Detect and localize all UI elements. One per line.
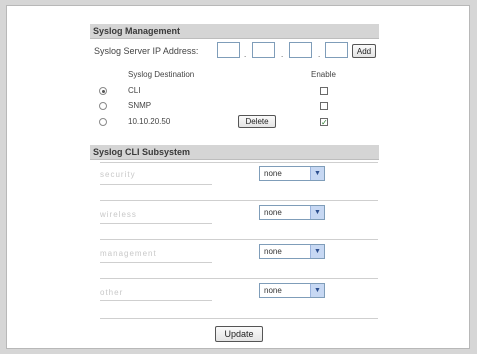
ip-dot-1: . (244, 50, 247, 59)
ip-dot-3: . (318, 50, 321, 59)
subsystem-divider (100, 318, 378, 319)
subsystem-underline (100, 262, 212, 263)
syslog-server-ip-label: Syslog Server IP Address: (94, 46, 199, 56)
subsystem-security-value: none (264, 169, 282, 178)
subsystem-underline (100, 184, 212, 185)
ip-dot-2: . (281, 50, 284, 59)
destination-snmp-radio[interactable] (99, 102, 107, 110)
delete-button[interactable]: Delete (238, 115, 276, 128)
subsystem-wireless-value: none (264, 208, 282, 217)
destination-ip-enable-checkbox[interactable]: ✓ (320, 118, 328, 127)
destination-cli-enable-checkbox[interactable] (320, 87, 328, 95)
ip-octet-3-input[interactable] (289, 42, 312, 58)
subsystem-underline (100, 300, 212, 301)
subsystem-divider (100, 278, 378, 279)
subsystem-divider (100, 162, 378, 163)
subsystem-management-label: management (100, 249, 157, 258)
subsystem-management-value: none (264, 247, 282, 256)
ip-octet-2-input[interactable] (252, 42, 275, 58)
subsystem-security-label: security (100, 170, 136, 179)
chevron-down-icon: ▼ (310, 245, 324, 258)
subsystem-wireless-label: wireless (100, 210, 137, 219)
subsystem-other-select[interactable]: none ▼ (259, 283, 325, 298)
syslog-cli-subsystem-header: Syslog CLI Subsystem (90, 145, 379, 160)
chevron-down-icon: ▼ (310, 206, 324, 219)
subsystem-divider (100, 200, 378, 201)
subsystem-wireless-select[interactable]: none ▼ (259, 205, 325, 220)
subsystem-other-value: none (264, 286, 282, 295)
subsystem-other-label: other (100, 288, 124, 297)
subsystem-underline (100, 223, 212, 224)
destination-ip-label: 10.10.20.50 (128, 117, 171, 126)
destination-cli-radio[interactable] (99, 87, 107, 95)
destination-cli-label: CLI (128, 86, 141, 95)
chevron-down-icon: ▼ (310, 284, 324, 297)
update-button[interactable]: Update (215, 326, 263, 342)
subsystem-management-select[interactable]: none ▼ (259, 244, 325, 259)
ip-octet-1-input[interactable] (217, 42, 240, 58)
enable-header: Enable (311, 70, 336, 79)
subsystem-divider (100, 239, 378, 240)
subsystem-security-select[interactable]: none ▼ (259, 166, 325, 181)
destination-snmp-label: SNMP (128, 101, 152, 110)
chevron-down-icon: ▼ (310, 167, 324, 180)
syslog-management-header: Syslog Management (90, 24, 379, 39)
ip-octet-4-input[interactable] (325, 42, 348, 58)
destination-snmp-enable-checkbox[interactable] (320, 102, 328, 110)
destination-ip-radio[interactable] (99, 118, 107, 126)
add-button[interactable]: Add (352, 44, 376, 58)
syslog-destination-header: Syslog Destination (128, 70, 195, 79)
